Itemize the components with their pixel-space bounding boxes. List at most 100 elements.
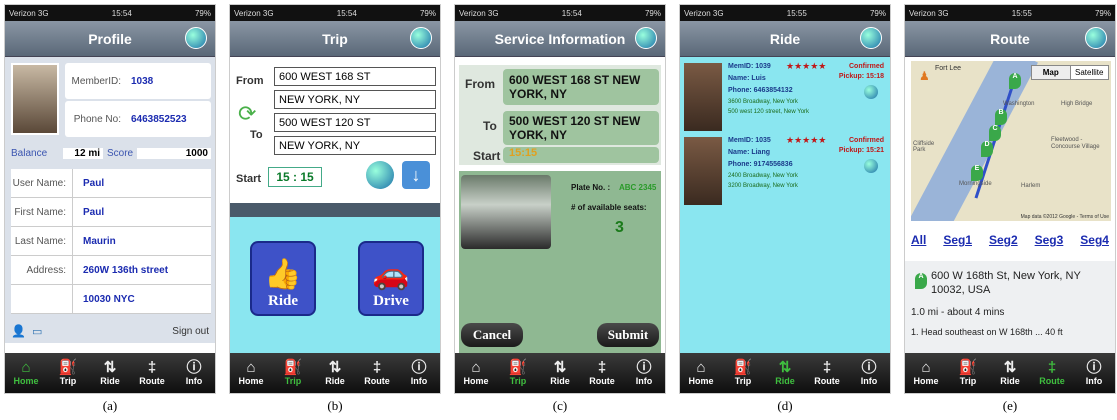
- card-icon[interactable]: ▭: [32, 325, 42, 338]
- tab-label: Info: [860, 376, 878, 386]
- tab-route[interactable]: ‡ Route: [806, 353, 848, 393]
- route-map[interactable]: ♟ Fort Lee Map Satellite Washington High…: [911, 61, 1111, 221]
- map-label: Harlem: [1021, 183, 1041, 189]
- globe-icon[interactable]: [635, 27, 657, 49]
- tab-trip[interactable]: ⛽ Trip: [497, 353, 539, 393]
- tab-ride[interactable]: ⇅ Ride: [89, 353, 131, 393]
- tab-ride[interactable]: ⇅ Ride: [989, 353, 1031, 393]
- ride-offer[interactable]: MemID: 1035 ★★★★★ Confirmed Name: Liang …: [684, 135, 886, 205]
- ride-button-label: Ride: [268, 293, 298, 309]
- field-last-name[interactable]: Last Name: Maurin: [11, 227, 211, 256]
- tab-home[interactable]: ⌂ Home: [905, 353, 947, 393]
- route-icon: ‡: [1047, 359, 1057, 376]
- globe-icon[interactable]: [185, 27, 207, 49]
- tab-trip[interactable]: ⛽ Trip: [722, 353, 764, 393]
- to-label: To: [250, 129, 263, 141]
- tab-info[interactable]: ⓘ Info: [173, 353, 215, 393]
- field-label: User Name:: [11, 169, 73, 197]
- tab-route[interactable]: ‡ Route: [131, 353, 173, 393]
- globe-icon[interactable]: [860, 27, 882, 49]
- tab-route[interactable]: ‡ Route: [356, 353, 398, 393]
- street-view-icon[interactable]: ♟: [919, 69, 930, 83]
- segment-link[interactable]: Seg1: [943, 233, 972, 247]
- tab-route[interactable]: ‡ Route: [1031, 353, 1073, 393]
- page-title: Ride: [769, 30, 801, 47]
- tab-label: Info: [185, 376, 203, 386]
- start-label: Start: [473, 149, 501, 163]
- nav-bar: Service Information: [455, 21, 665, 57]
- satellite-view-button[interactable]: Satellite: [1069, 66, 1109, 79]
- tab-home[interactable]: ⌂ Home: [230, 353, 272, 393]
- contact-globe-icon[interactable]: [864, 85, 878, 99]
- map-marker[interactable]: C: [989, 125, 1001, 141]
- tab-home[interactable]: ⌂ Home: [5, 353, 47, 393]
- tab-trip[interactable]: ⛽ Trip: [47, 353, 89, 393]
- map-marker[interactable]: D: [981, 141, 993, 157]
- field-first-name[interactable]: First Name: Paul: [11, 198, 211, 227]
- contact-globe-icon[interactable]: [864, 159, 878, 173]
- download-icon[interactable]: ↓: [402, 161, 430, 189]
- sign-out-link[interactable]: Sign out: [172, 326, 209, 337]
- segment-link[interactable]: Seg2: [989, 233, 1018, 247]
- tab-label: Trip: [509, 376, 527, 386]
- swap-icon: ⇅: [328, 359, 342, 376]
- tab-home[interactable]: ⌂ Home: [455, 353, 497, 393]
- tab-info[interactable]: ⓘ Info: [623, 353, 665, 393]
- from-city-input[interactable]: NEW YORK, NY: [274, 90, 436, 109]
- map-label: Morningside: [959, 181, 992, 187]
- ride-offer[interactable]: MemID: 1039 ★★★★★ Confirmed Name: Luis P…: [684, 61, 886, 131]
- segment-link[interactable]: Seg4: [1080, 233, 1109, 247]
- tab-route[interactable]: ‡ Route: [581, 353, 623, 393]
- nav-bar: Route: [905, 21, 1115, 57]
- direction-step[interactable]: 1. Head southeast on W 168th ... 40 ft: [911, 327, 1063, 337]
- tab-info[interactable]: ⓘ Info: [848, 353, 890, 393]
- tab-trip[interactable]: ⛽ Trip: [947, 353, 989, 393]
- driver-photo: [684, 63, 722, 131]
- tab-info[interactable]: ⓘ Info: [398, 353, 440, 393]
- to-street-input[interactable]: 500 WEST 120 ST: [274, 113, 436, 132]
- directions-panel: A 600 W 168th St, New York, NY 10032, US…: [905, 261, 1115, 353]
- location-globe-icon[interactable]: [366, 161, 394, 189]
- segment-link[interactable]: Seg3: [1035, 233, 1064, 247]
- member-id-label: MemberID:: [71, 75, 121, 87]
- home-icon: ⌂: [696, 359, 706, 376]
- swap-icon[interactable]: ⟳: [238, 101, 256, 127]
- tab-ride[interactable]: ⇅ Ride: [764, 353, 806, 393]
- start-time-input[interactable]: 15 : 15: [268, 167, 322, 187]
- tab-label: Home: [238, 376, 264, 386]
- map-label: Washington: [1003, 101, 1035, 107]
- map-credit: Map data ©2012 Google - Terms of Use: [1020, 214, 1109, 220]
- tab-trip[interactable]: ⛽ Trip: [272, 353, 314, 393]
- tab-label: Ride: [1000, 376, 1020, 386]
- segment-link[interactable]: All: [911, 233, 926, 247]
- submit-button[interactable]: Submit: [597, 323, 659, 347]
- info-icon: ⓘ: [411, 359, 427, 376]
- page-title: Profile: [88, 30, 132, 47]
- map-marker[interactable]: A: [1009, 73, 1021, 89]
- from-street-input[interactable]: 600 WEST 168 ST: [274, 67, 436, 86]
- pickup-address: 2400 Broadway, New York: [728, 173, 798, 179]
- person-icon[interactable]: 👤: [11, 324, 26, 338]
- to-label: To: [483, 119, 497, 133]
- ride-button[interactable]: 👍 Ride: [250, 241, 316, 316]
- field-address[interactable]: Address: 260W 136th street: [11, 256, 211, 285]
- globe-icon[interactable]: [1085, 27, 1107, 49]
- cancel-button[interactable]: Cancel: [461, 323, 523, 347]
- tab-home[interactable]: ⌂ Home: [680, 353, 722, 393]
- clock: 15:55: [786, 8, 807, 18]
- service-body: From 600 WEST 168 ST NEW YORK, NY To 500…: [455, 57, 665, 353]
- carrier-label: Verizon 3G: [9, 8, 49, 18]
- clock: 15:54: [111, 8, 132, 18]
- map-view-button[interactable]: Map: [1032, 66, 1070, 79]
- to-city-input[interactable]: NEW YORK, NY: [274, 136, 436, 155]
- field-address-line2[interactable]: 10030 NYC: [11, 285, 211, 314]
- page-title: Service Information: [494, 30, 626, 47]
- tab-info[interactable]: ⓘ Info: [1073, 353, 1115, 393]
- tab-ride[interactable]: ⇅ Ride: [539, 353, 581, 393]
- globe-icon[interactable]: [410, 27, 432, 49]
- map-marker[interactable]: E: [971, 165, 983, 181]
- drive-button[interactable]: 🚗 Drive: [358, 241, 424, 316]
- map-marker[interactable]: B: [995, 109, 1007, 125]
- field-user-name[interactable]: User Name: Paul: [11, 169, 211, 198]
- tab-ride[interactable]: ⇅ Ride: [314, 353, 356, 393]
